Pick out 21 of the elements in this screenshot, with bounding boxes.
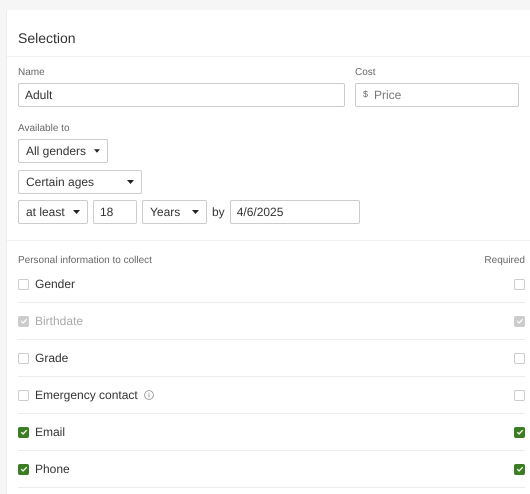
field-option-label: Gender <box>35 277 76 291</box>
comparison-dropdown[interactable]: at least <box>18 200 88 224</box>
card-title: Selection <box>18 30 76 46</box>
by-label: by <box>212 205 225 219</box>
field-label: Available to <box>18 123 70 134</box>
ages-dropdown[interactable]: Certain ages <box>18 170 142 194</box>
date-field[interactable]: 4/6/2025 <box>230 200 360 224</box>
field-option-label: Phone <box>35 462 70 476</box>
field-label: Name <box>18 67 45 78</box>
field-option-label: Birthdate <box>35 314 84 328</box>
name-field[interactable]: Adult <box>18 83 345 107</box>
field-option-label: Emergency contact <box>35 388 138 402</box>
field-label: Cost <box>355 67 376 78</box>
section-header: Personal information to collect <box>18 255 152 266</box>
field-option-label: Email <box>35 425 66 439</box>
gender-dropdown[interactable]: All genders <box>18 139 108 163</box>
unit-dropdown[interactable]: Years <box>142 200 207 224</box>
age-field[interactable]: 18 <box>93 200 137 224</box>
currency-symbol: $ <box>363 89 368 99</box>
column-header: Required <box>484 255 525 266</box>
field-option-label: Grade <box>35 351 68 365</box>
